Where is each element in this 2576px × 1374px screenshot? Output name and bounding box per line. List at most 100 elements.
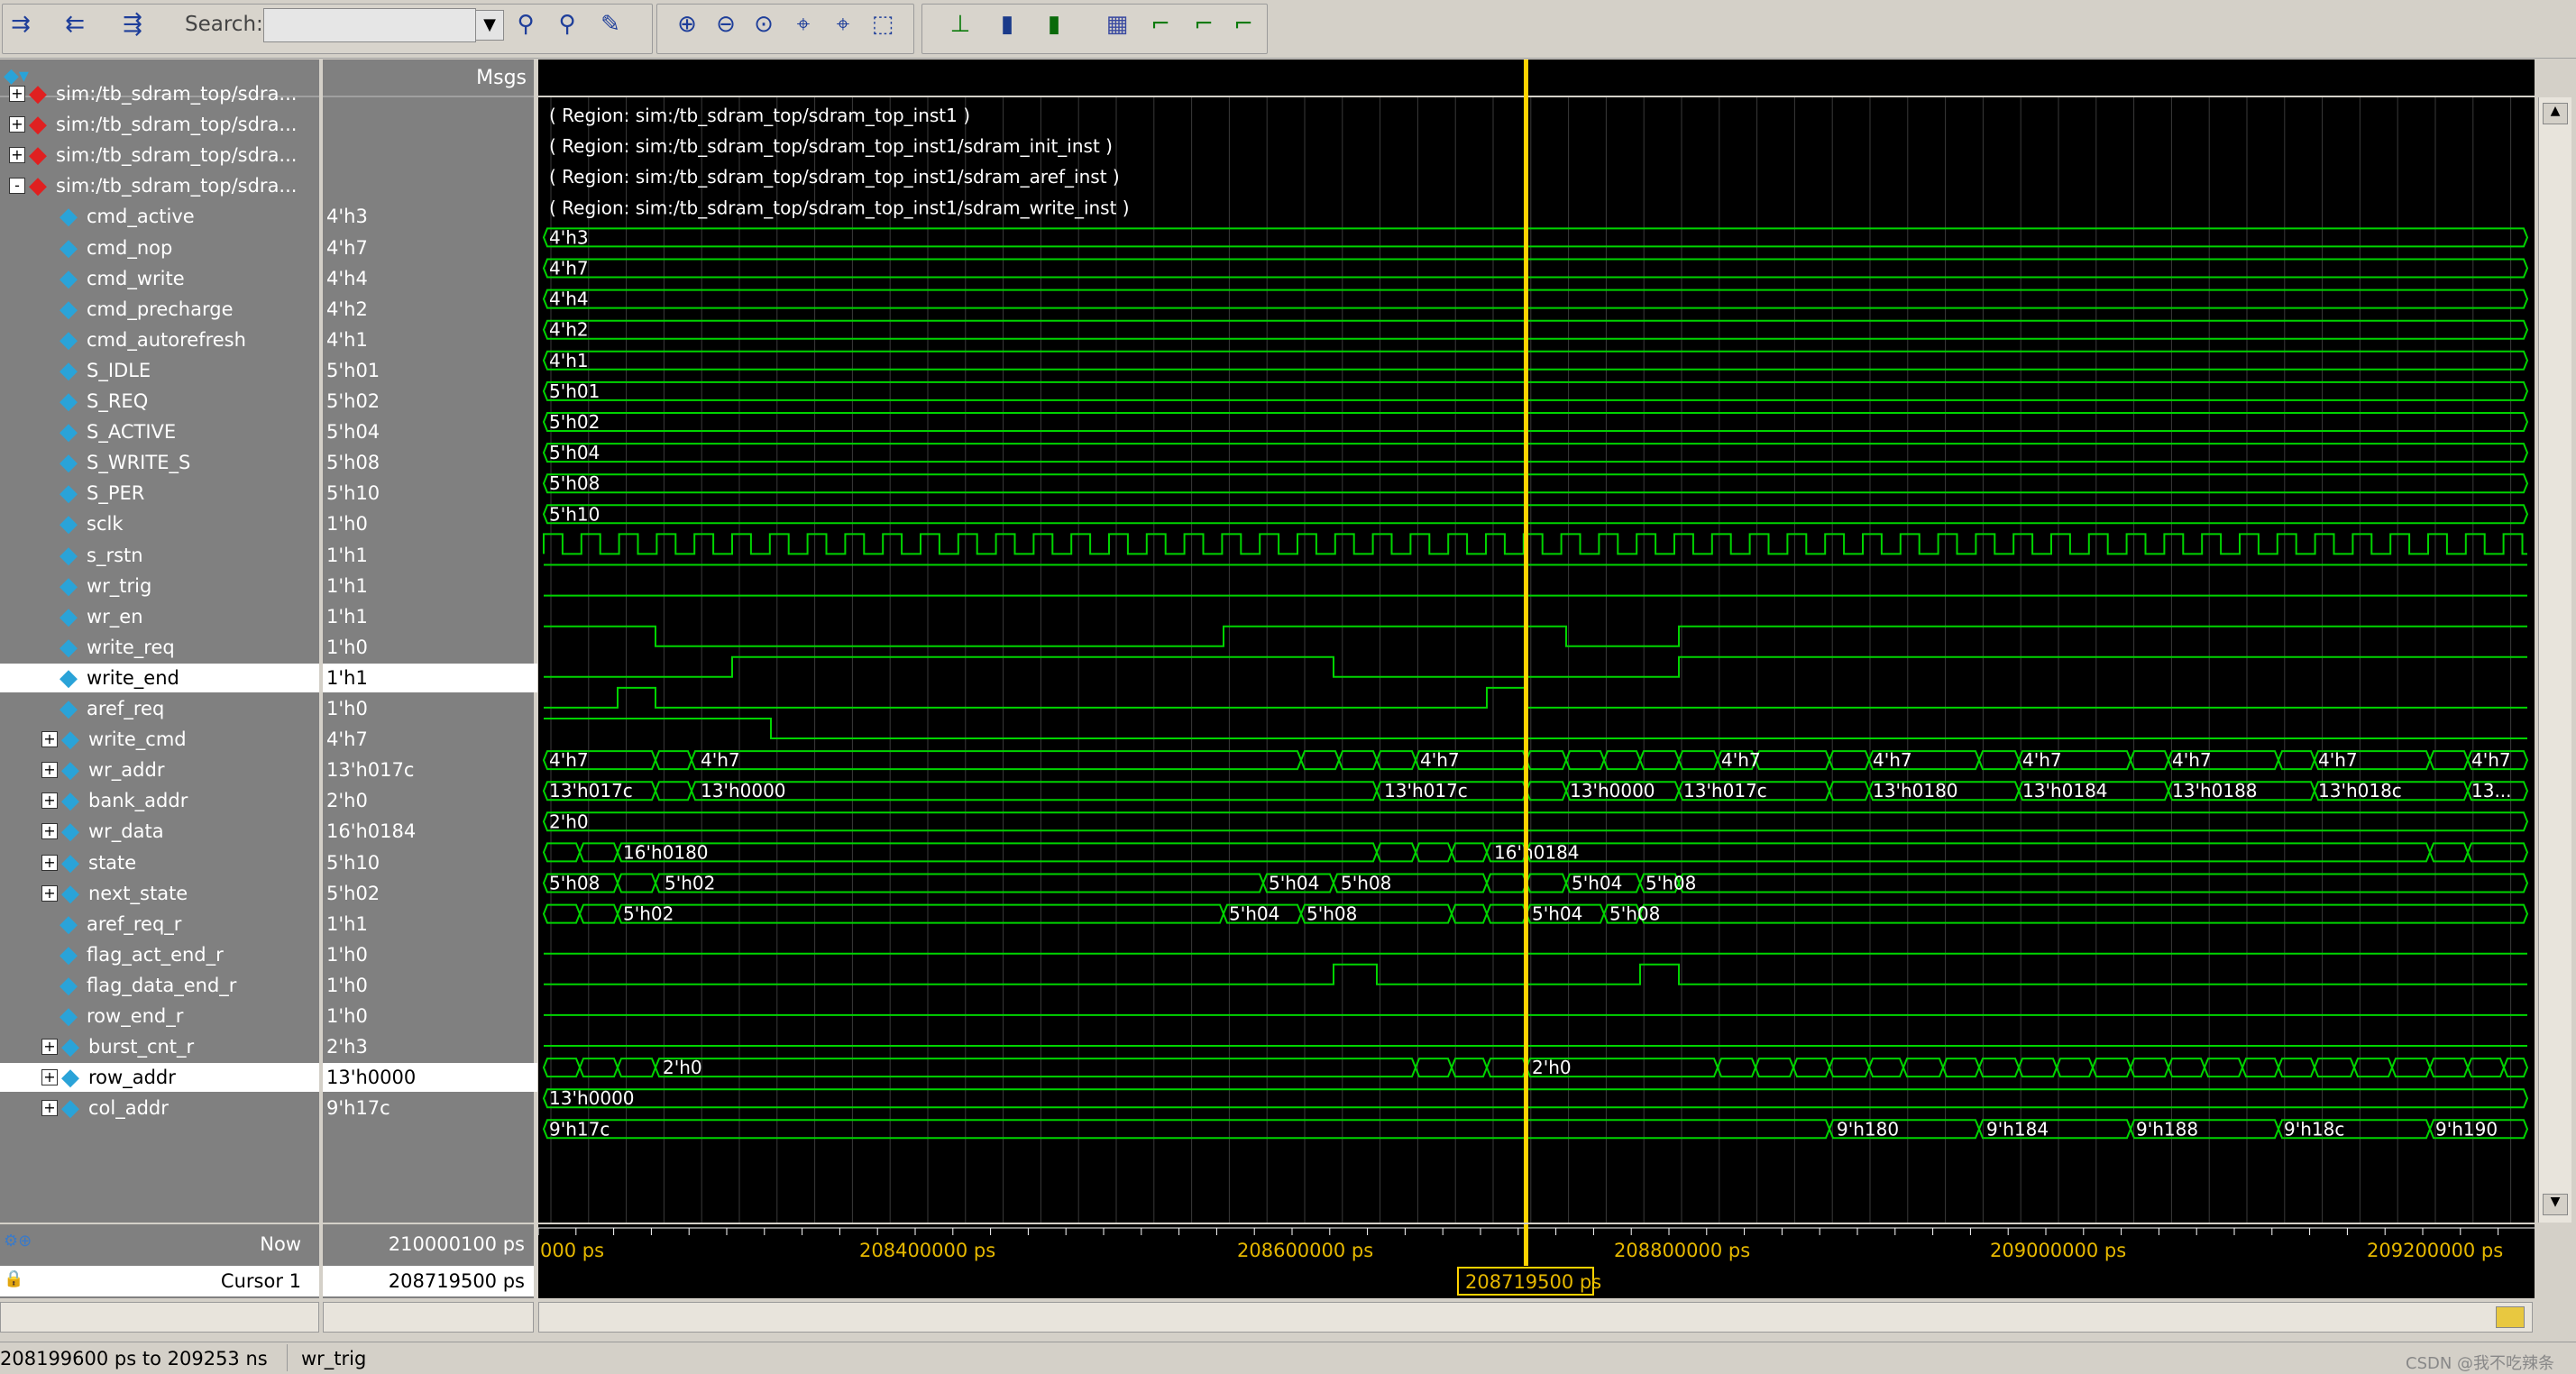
signal-value: 5'h10 — [326, 851, 380, 874]
waveform-canvas[interactable]: ( Region: sim:/tb_sdram_top/sdram_top_in… — [538, 60, 2535, 1223]
scroll-up-icon[interactable]: ▲ — [2543, 103, 2568, 124]
signal-value: 2'h0 — [326, 790, 368, 812]
expand-icon[interactable]: + — [41, 1039, 58, 1056]
signal-name: bank_addr — [88, 790, 188, 812]
signal-row[interactable]: ◆ s_rstn — [0, 541, 319, 570]
scroll-down-icon[interactable]: ▼ — [2543, 1194, 2568, 1215]
signal-row[interactable]: ◆ aref_req_r — [0, 910, 319, 939]
expand-icon[interactable]: + — [41, 731, 58, 748]
expand-icon[interactable]: + — [9, 147, 25, 164]
signal-row[interactable]: - ◆ sim:/tb_sdram_top/sdra... — [0, 171, 319, 200]
signal-row[interactable]: ◆ flag_act_end_r — [0, 940, 319, 969]
signal-row[interactable]: + ◆ wr_data — [0, 817, 319, 846]
insert-cursor-icon[interactable]: ⊥ — [945, 7, 976, 41]
waveform-area[interactable]: ( Region: sim:/tb_sdram_top/sdram_top_in… — [538, 60, 2535, 1223]
signal-row[interactable]: + ◆ sim:/tb_sdram_top/sdra... — [0, 79, 319, 108]
bus-segment — [1828, 1058, 1871, 1078]
signal-value: 5'h01 — [326, 359, 380, 381]
signal-row[interactable]: ◆ cmd_nop — [0, 234, 319, 262]
signal-row[interactable]: + ◆ bank_addr — [0, 786, 319, 815]
grid-icon[interactable]: ▦ — [1102, 7, 1132, 41]
signal-row[interactable]: ◆ S_WRITE_S — [0, 448, 319, 477]
search-label: Search: — [185, 13, 263, 36]
bus-value-label: 9'h180 — [1837, 1118, 1899, 1140]
signal-row[interactable]: ◆ cmd_write — [0, 264, 319, 293]
step-into-icon[interactable]: ⇉ — [5, 7, 36, 41]
cursor-lock-icon[interactable]: 🔒 — [4, 1269, 23, 1288]
zoom-cursor-icon[interactable]: ⌖ — [788, 7, 819, 41]
signal-row[interactable]: + ◆ sim:/tb_sdram_top/sdra... — [0, 110, 319, 139]
signal-row[interactable]: + ◆ state — [0, 848, 319, 877]
signal-row[interactable]: ◆ wr_trig — [0, 572, 319, 600]
search-input[interactable] — [263, 8, 476, 42]
signal-row[interactable]: ◆ write_req — [0, 633, 319, 662]
zoom-in-icon[interactable]: ⊕ — [672, 7, 702, 41]
search-dropdown-icon[interactable]: ▼ — [475, 10, 504, 41]
signal-row[interactable]: + ◆ row_addr — [0, 1063, 319, 1093]
names-hscroll[interactable] — [0, 1302, 319, 1333]
find-binoculars-icon[interactable]: ⚲ — [510, 7, 541, 41]
cursor-row[interactable]: 🔒 Cursor 1 — [0, 1266, 319, 1296]
cursor-line — [1524, 60, 1528, 1223]
step-out-icon[interactable]: ⇇ — [60, 7, 90, 41]
wave-hscroll[interactable] — [538, 1302, 2533, 1333]
bus-segment — [542, 443, 2529, 463]
collapse-icon[interactable]: - — [9, 178, 25, 195]
signal-row[interactable]: ◆ cmd_autorefresh — [0, 325, 319, 354]
bus-segment — [1525, 873, 1568, 893]
signal-row[interactable]: + ◆ next_state — [0, 879, 319, 908]
expand-icon[interactable]: + — [41, 1069, 58, 1086]
bus-value-label: 4'h7 — [1721, 749, 1761, 771]
signal-row[interactable]: ◆ S_REQ — [0, 387, 319, 416]
signal-row[interactable]: ◆ S_IDLE — [0, 356, 319, 385]
vertical-scrollbar[interactable]: ▲ ▼ — [2538, 97, 2571, 1223]
zoom-range-icon[interactable]: ⌖ — [828, 7, 858, 41]
wave-dark-icon[interactable]: ▮ — [992, 7, 1022, 41]
add-cursor-icon[interactable]: ⚙⊕ — [4, 1232, 32, 1250]
expand-icon[interactable]: + — [41, 854, 58, 871]
zoom-out-icon[interactable]: ⊖ — [710, 7, 741, 41]
expand-icon[interactable]: + — [41, 762, 58, 779]
signal-row[interactable]: ◆ write_end — [0, 663, 319, 692]
bus-value-label: 13'h0000 — [549, 1087, 635, 1109]
signal-row[interactable]: ◆ aref_req — [0, 694, 319, 723]
zoom-region-icon[interactable]: ⬚ — [867, 7, 898, 41]
find-edit-icon[interactable]: ✎ — [595, 7, 626, 41]
signal-row[interactable]: ◆ flag_data_end_r — [0, 971, 319, 1000]
signal-row[interactable]: ◆ cmd_active — [0, 202, 319, 231]
signal-row[interactable]: ◆ cmd_precharge — [0, 295, 319, 324]
bus-value-label: 5'h08 — [1306, 903, 1357, 925]
expand-icon[interactable]: + — [41, 823, 58, 840]
time-ruler[interactable]: 000 ps 208400000 ps 208600000 ps 208800000 … — [538, 1224, 2535, 1298]
bus-segment — [2277, 750, 2316, 771]
expand-icon[interactable]: + — [41, 792, 58, 810]
expand-icon[interactable]: + — [41, 1100, 58, 1117]
signal-row[interactable]: ◆ sclk — [0, 509, 319, 538]
bus-value-label: 13'h018c — [2318, 780, 2402, 802]
signal-row[interactable]: + ◆ col_addr — [0, 1094, 319, 1122]
wave-scroll-thumb[interactable] — [2496, 1306, 2525, 1328]
bus-value-label: 2'h0 — [663, 1057, 702, 1078]
edge-fall-icon[interactable]: ⌐ — [1188, 7, 1219, 41]
signal-icon: ◆ — [60, 541, 78, 569]
signal-name: write_cmd — [88, 728, 187, 751]
find-next-icon[interactable]: ⚲ — [552, 7, 582, 41]
values-hscroll[interactable] — [323, 1302, 534, 1333]
signal-row[interactable]: + ◆ burst_cnt_r — [0, 1032, 319, 1061]
signal-row[interactable]: + ◆ write_cmd — [0, 725, 319, 754]
edge-any-icon[interactable]: ⌐ — [1228, 7, 1259, 41]
signal-row[interactable]: ◆ S_PER — [0, 479, 319, 508]
time-ruler-canvas[interactable]: 000 ps 208400000 ps 208600000 ps 208800000 … — [538, 1224, 2535, 1298]
signal-row[interactable]: + ◆ wr_addr — [0, 756, 319, 784]
wave-green-icon[interactable]: ▮ — [1039, 7, 1069, 41]
expand-icon[interactable]: + — [9, 86, 25, 102]
signal-row[interactable]: ◆ S_ACTIVE — [0, 417, 319, 446]
signal-row[interactable]: ◆ wr_en — [0, 602, 319, 631]
signal-row[interactable]: ◆ row_end_r — [0, 1002, 319, 1030]
signal-row[interactable]: + ◆ sim:/tb_sdram_top/sdra... — [0, 141, 319, 169]
edge-rise-icon[interactable]: ⌐ — [1145, 7, 1176, 41]
zoom-full-icon[interactable]: ⊙ — [748, 7, 779, 41]
expand-all-icon[interactable]: ⇶ — [117, 7, 148, 41]
expand-icon[interactable]: + — [9, 116, 25, 133]
expand-icon[interactable]: + — [41, 884, 58, 902]
